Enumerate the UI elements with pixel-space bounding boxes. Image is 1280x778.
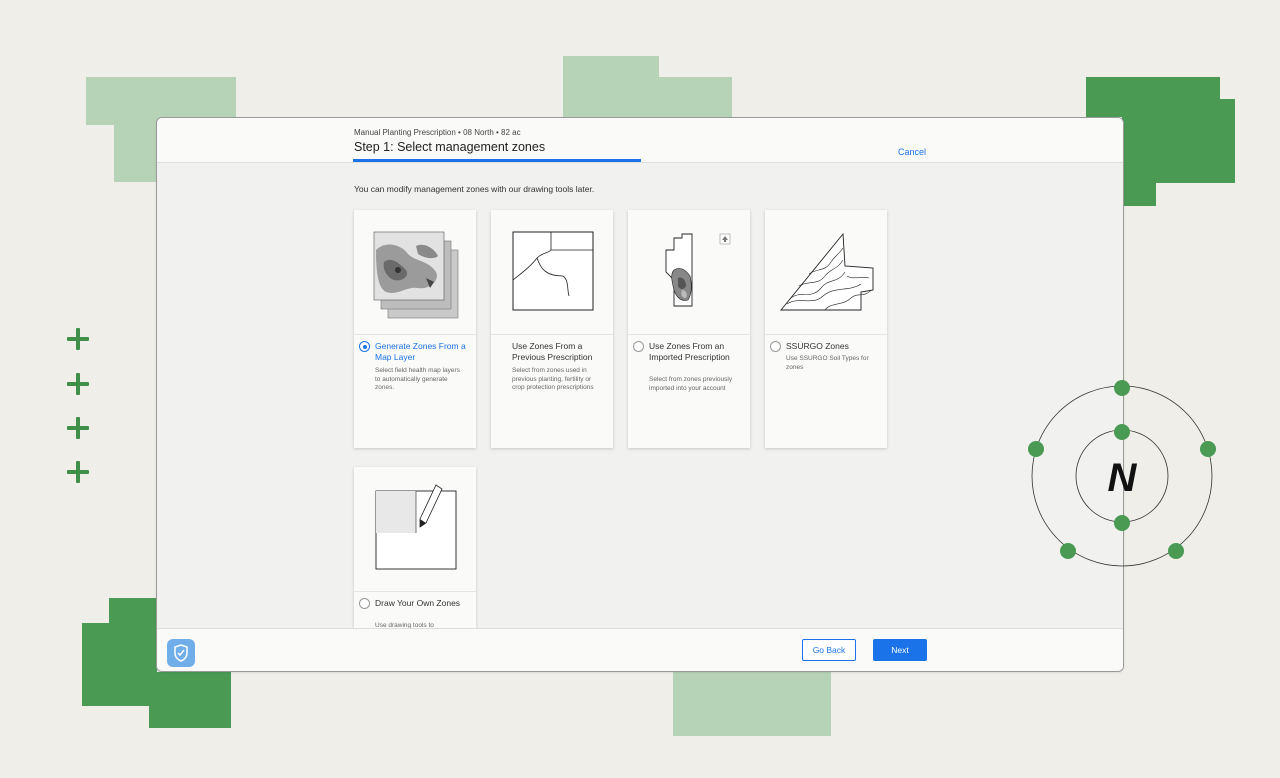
go-back-button[interactable]: Go Back <box>802 639 856 661</box>
radio-map-layer[interactable] <box>359 341 370 352</box>
compass-letter: N <box>1108 456 1138 500</box>
option-description: Use SSURGO Soil Types for zones <box>786 355 869 371</box>
ssurgo-illustration <box>765 210 887 335</box>
plus-icon <box>66 372 90 396</box>
intro-text: You can modify management zones with our… <box>354 184 595 194</box>
cancel-link[interactable]: Cancel <box>898 147 926 157</box>
option-card-imported-prescription[interactable]: Use Zones From an Imported Prescription … <box>628 210 750 448</box>
decor-block-light-green <box>673 670 831 736</box>
next-button[interactable]: Next <box>873 639 927 661</box>
option-card-ssurgo[interactable]: SSURGO Zones Use SSURGO Soil Types for z… <box>765 210 887 448</box>
dialog-header: Manual Planting Prescription • 08 North … <box>157 118 1123 163</box>
option-description: Select field health map layers to automa… <box>375 367 460 391</box>
radio-draw-zones[interactable] <box>359 598 370 609</box>
map-layer-illustration <box>354 210 476 335</box>
decor-block-light-green <box>655 77 732 118</box>
option-title: SSURGO Zones <box>786 341 849 351</box>
radio-imported-prescription[interactable] <box>633 341 644 352</box>
option-title: Draw Your Own Zones <box>375 598 461 608</box>
active-step-underline <box>353 159 641 162</box>
plus-icon <box>66 460 90 484</box>
plus-icon <box>66 416 90 440</box>
decor-block-dark-green <box>1122 150 1156 206</box>
decor-block-dark-green <box>82 623 157 706</box>
option-description: Select from zones previously imported in… <box>649 376 733 392</box>
page-title: Step 1: Select management zones <box>354 140 546 154</box>
plus-icon <box>66 327 90 351</box>
shield-icon[interactable] <box>167 639 195 667</box>
draw-zones-illustration <box>354 467 476 592</box>
breadcrumb: Manual Planting Prescription • 08 North … <box>354 128 521 137</box>
decor-block-dark-green <box>149 672 231 728</box>
imported-zones-illustration <box>628 210 750 335</box>
compass-icon: N <box>1026 380 1218 572</box>
zone-selection-dialog: Manual Planting Prescription • 08 North … <box>156 117 1124 672</box>
option-card-map-layer[interactable]: Generate Zones From a Map Layer Select f… <box>354 210 476 448</box>
radio-ssurgo[interactable] <box>770 341 781 352</box>
option-title: Generate Zones From a Map Layer <box>375 341 466 362</box>
option-card-previous-prescription[interactable]: Use Zones From a Previous Prescription S… <box>491 210 613 448</box>
decor-block-light-green <box>563 56 659 118</box>
dialog-footer: Go Back Next <box>157 628 1123 671</box>
option-description: Select from zones used in previous plant… <box>512 367 594 391</box>
option-title: Use Zones From an Imported Prescription <box>649 341 730 362</box>
option-title: Use Zones From a Previous Prescription <box>512 341 593 362</box>
previous-zones-illustration <box>491 210 613 335</box>
decor-block-light-green <box>114 120 158 182</box>
